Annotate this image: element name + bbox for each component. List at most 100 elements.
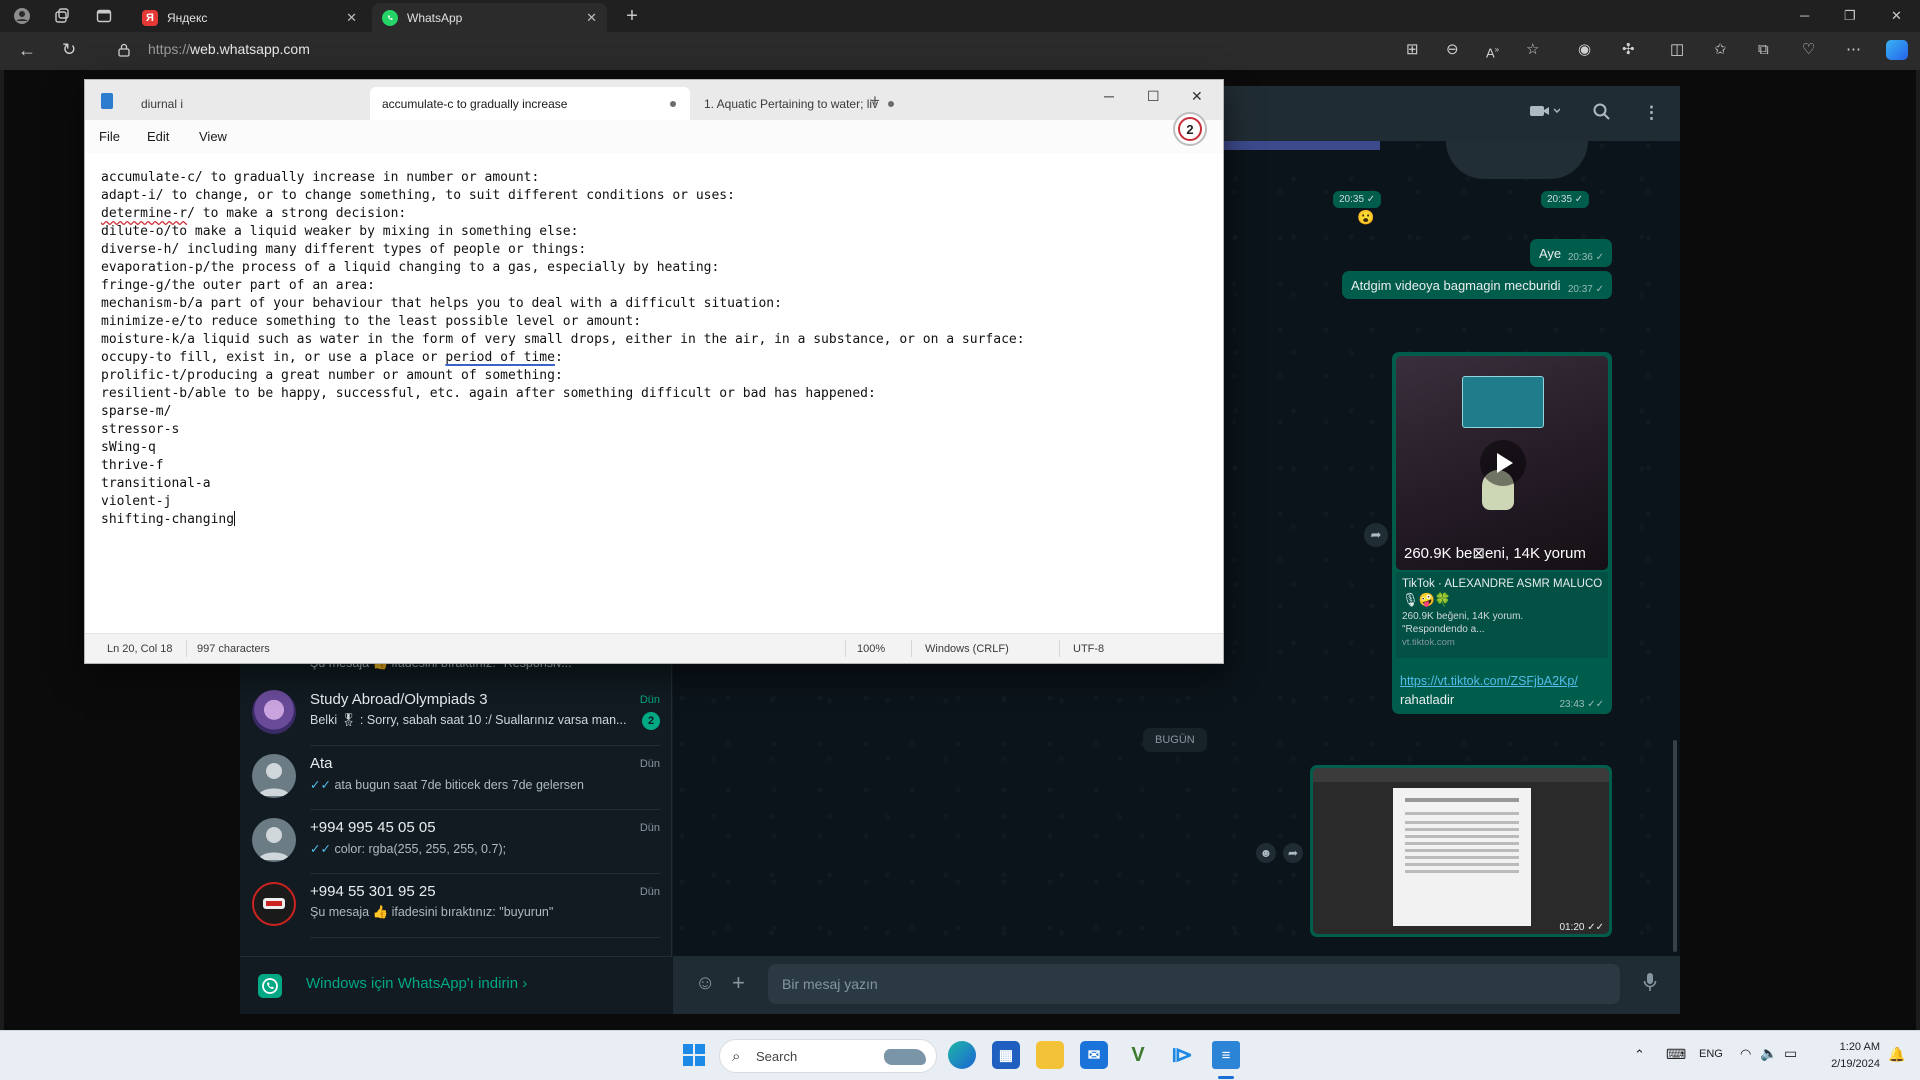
language-indicator[interactable]: ENG	[1699, 1048, 1723, 1060]
new-tab-icon[interactable]: +	[870, 91, 880, 111]
back-icon[interactable]: ←	[18, 41, 36, 59]
encoding[interactable]: UTF-8	[1073, 643, 1104, 655]
forward-icon[interactable]: ➦	[1364, 523, 1388, 547]
close-window-icon[interactable]: ✕	[1191, 88, 1203, 105]
text-line: diverse-h/ including many different type…	[101, 241, 1211, 259]
link-domain: vt.tiktok.com	[1402, 637, 1455, 648]
volume-icon[interactable]: 🔈	[1760, 1045, 1777, 1062]
tab-actions-icon[interactable]	[94, 6, 114, 26]
extension-circle-icon[interactable]: ◉	[1578, 42, 1591, 58]
workspaces-icon[interactable]	[52, 6, 72, 26]
text-line-content: dilute-o/to make a liquid weaker by mixi…	[101, 224, 579, 239]
text-line: mechanism-b/a part of your behaviour tha…	[101, 295, 1211, 313]
video-thumbnail[interactable]: 260.9K be⊠eni, 14K yorum	[1396, 356, 1608, 570]
taskbar-search[interactable]: ⌕ Search	[719, 1039, 937, 1073]
notepad-taskbar-icon[interactable]: ≡	[1212, 1041, 1240, 1069]
message-bubble[interactable]: Aye 20:36 ✓	[1530, 239, 1612, 267]
microphone-icon[interactable]	[1643, 972, 1657, 997]
message-input[interactable]	[768, 964, 1620, 1004]
read-aloud-icon[interactable]: A»	[1486, 42, 1499, 61]
keyboard-icon[interactable]: ⌨	[1666, 1046, 1686, 1063]
lock-icon[interactable]	[118, 43, 130, 57]
chat-item[interactable]: Study Abroad/Olympiads 3 Dün Belki 🎖 : S…	[240, 682, 660, 746]
notepad-tab-active[interactable]: accumulate-c to gradually increase	[370, 87, 690, 120]
close-tab-icon[interactable]: ✕	[586, 10, 597, 26]
notification-badge[interactable]: 2	[1173, 112, 1207, 146]
menu-icon[interactable]: ⋮	[1643, 103, 1660, 123]
divider	[310, 937, 660, 938]
browser-essentials-icon[interactable]: ♡	[1802, 42, 1815, 58]
more-menu-icon[interactable]: ⋯	[1846, 42, 1861, 58]
clock-date[interactable]: 2/19/2024	[1814, 1058, 1880, 1070]
divider	[186, 640, 187, 657]
notification-bell-icon[interactable]: 🔔	[1888, 1046, 1905, 1063]
browser-tab-bar: Я Яндекс ✕ WhatsApp ✕ + ─ ❐ ✕	[0, 0, 1920, 32]
file-explorer-icon[interactable]	[1036, 1041, 1064, 1069]
play-button[interactable]	[1480, 440, 1526, 486]
close-window-icon[interactable]: ✕	[1891, 8, 1902, 24]
store-icon[interactable]: ▦	[992, 1041, 1020, 1069]
text-line: stressor-s	[101, 421, 1211, 439]
mail-icon[interactable]: ✉	[1080, 1041, 1108, 1069]
text-line-content: thrive-f	[101, 458, 164, 473]
edge-icon[interactable]	[948, 1041, 976, 1069]
chat-name: +994 995 45 05 05	[310, 819, 436, 836]
video-call-icon[interactable]	[1530, 103, 1561, 123]
menu-file[interactable]: File	[99, 129, 120, 144]
restore-icon[interactable]: ❐	[1844, 8, 1856, 24]
link-description: "Respondendo a...	[1402, 624, 1485, 635]
text-line-content: occupy-to fill, exist in, or use a place…	[101, 350, 446, 365]
message-link[interactable]: https://vt.tiktok.com/ZSFjbA2Kp/	[1400, 674, 1578, 688]
chat-item[interactable]: Ata Dün ✓✓ ata bugun saat 7de biticek de…	[240, 746, 660, 810]
menu-view[interactable]: View	[199, 129, 227, 144]
split-screen-icon[interactable]: ◫	[1670, 42, 1684, 58]
extensions-icon[interactable]: ✣	[1622, 42, 1635, 58]
attach-plus-icon[interactable]: +	[732, 972, 745, 994]
emoji-reaction-icon[interactable]: ☻	[1256, 843, 1276, 863]
browser-tab-whatsapp[interactable]: WhatsApp ✕	[372, 3, 607, 32]
search-highlight-icon	[884, 1049, 926, 1065]
battery-icon[interactable]: ▭	[1784, 1045, 1797, 1062]
windows-start-icon[interactable]	[680, 1041, 708, 1069]
vscode-icon[interactable]: ⧐	[1168, 1041, 1196, 1069]
line-ending[interactable]: Windows (CRLF)	[925, 643, 1009, 655]
new-tab-icon[interactable]: +	[622, 5, 642, 27]
close-tab-icon[interactable]: ✕	[346, 10, 357, 26]
collections-icon[interactable]: ⧉	[1758, 42, 1769, 58]
profile-icon[interactable]	[12, 6, 32, 26]
maximize-icon[interactable]: ☐	[1147, 88, 1160, 105]
link-preview-bubble[interactable]: 260.9K be⊠eni, 14K yorum TikTok · ALEXAN…	[1392, 352, 1612, 714]
video-thumbnail[interactable]	[1313, 768, 1609, 934]
browser-tab-yandex[interactable]: Я Яндекс ✕	[132, 3, 367, 32]
chat-time: Dün	[639, 822, 660, 834]
forward-icon[interactable]: ➦	[1283, 843, 1303, 863]
download-link[interactable]: Windows için WhatsApp'ı indirin ›	[306, 975, 527, 992]
app-available-icon[interactable]: ⊞	[1406, 42, 1419, 58]
search-icon[interactable]	[1593, 103, 1610, 125]
zoom-out-icon[interactable]: ⊖	[1446, 42, 1459, 58]
conversation-scrollbar[interactable]	[1673, 740, 1677, 952]
chat-item[interactable]: +994 55 301 95 25 Dün Şu mesaja 👍 ifades…	[240, 874, 660, 938]
chevron-up-icon[interactable]: ⌃	[1634, 1047, 1645, 1063]
link-preview-card[interactable]: TikTok · ALEXANDRE ASMR MALUCO 🎙🤪🍀 260.9…	[1396, 572, 1608, 658]
emoji-icon[interactable]: ☺	[695, 972, 715, 994]
vim-icon[interactable]: V	[1124, 1041, 1152, 1069]
notepad-text-area[interactable]: accumulate-c/ to gradually increase in n…	[101, 169, 1211, 609]
zoom-level[interactable]: 100%	[857, 643, 885, 655]
message-bubble[interactable]: Atdgim videoya bagmagin mecburidi 20:37 …	[1342, 271, 1612, 299]
favorites-icon[interactable]: ✩	[1714, 42, 1727, 58]
favorite-star-icon[interactable]: ☆	[1526, 42, 1539, 58]
chat-item[interactable]: +994 995 45 05 05 Dün ✓✓ color: rgba(255…	[240, 810, 660, 874]
download-banner[interactable]: Windows için WhatsApp'ı indirin ›	[240, 956, 672, 1014]
video-message-bubble[interactable]: 01:20 ✓✓	[1310, 765, 1612, 937]
minimize-icon[interactable]: ─	[1104, 88, 1114, 104]
wifi-icon[interactable]: ◠	[1740, 1046, 1751, 1062]
text-caret	[234, 511, 236, 526]
address-field[interactable]: https://web.whatsapp.com	[148, 41, 310, 57]
clock-time[interactable]: 1:20 AM	[1814, 1041, 1880, 1053]
notepad-tab-label: accumulate-c to gradually increase	[382, 96, 568, 111]
copilot-icon[interactable]	[1886, 40, 1908, 60]
refresh-icon[interactable]: ↻	[62, 41, 76, 59]
menu-edit[interactable]: Edit	[147, 129, 169, 144]
minimize-icon[interactable]: ─	[1800, 8, 1809, 23]
